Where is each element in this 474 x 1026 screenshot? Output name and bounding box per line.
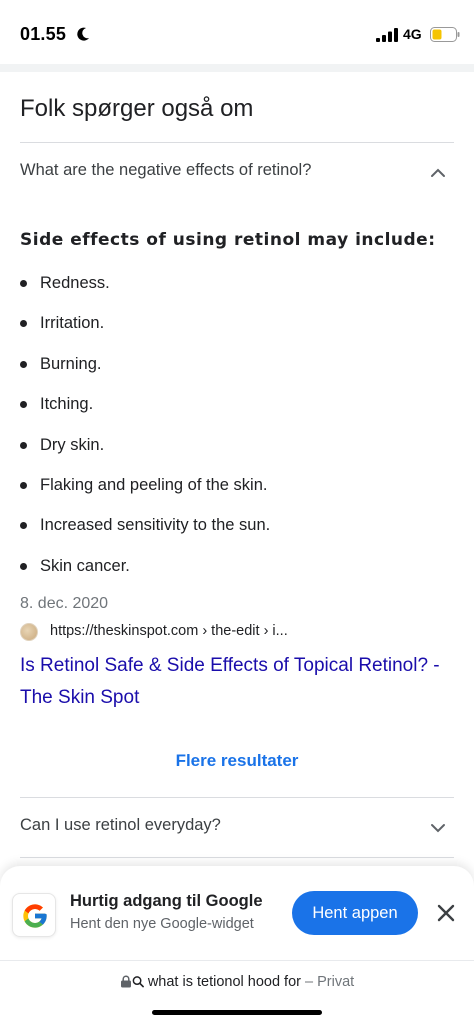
bullet-icon [20,320,27,328]
search-icon [132,976,144,988]
network-type: 4G [403,26,422,42]
question-use-everyday[interactable]: Can I use retinol everyday? [20,798,454,858]
question-text: What are the negative effects of retinol… [20,161,312,179]
question-negative-effects[interactable]: What are the negative effects of retinol… [20,143,454,203]
list-item: Itching. [20,384,454,424]
google-app-promo: Hurtig adgang til Google Hent den nye Go… [0,866,474,1026]
bullet-icon [20,562,27,570]
site-favicon-icon [20,623,38,641]
url-bar-divider [0,960,474,961]
bullet-icon [20,360,27,368]
bullet-icon [20,481,27,489]
battery-icon [430,27,460,42]
chevron-down-icon [431,824,445,833]
side-effects-list: Redness. Irritation. Burning. Itching. D… [20,263,454,586]
list-item: Skin cancer. [20,546,454,586]
google-g-icon [23,904,47,928]
bullet-icon [20,522,27,530]
list-item: Increased sensitivity to the sun. [20,505,454,545]
header-separator [0,64,474,72]
answer-date: 8. dec. 2020 [20,595,109,612]
status-bar: 01.55 4G [0,0,474,64]
moon-icon [77,27,89,41]
bullet-icon [20,401,27,409]
bullet-icon [20,441,27,449]
status-time: 01.55 [20,24,67,44]
answer-heading: Side effects of using retinol may includ… [20,230,436,250]
private-mode-label: Privat [317,974,355,990]
source-url[interactable]: https://theskinspot.com › the-edit › i..… [50,623,288,639]
question-text: Can I use retinol everyday? [20,816,221,834]
result-link[interactable]: Is Retinol Safe & Side Effects of Topica… [20,650,460,714]
google-logo-tile [12,893,56,937]
home-indicator[interactable] [152,1010,322,1015]
promo-title: Hurtig adgang til Google [70,892,263,910]
source-row[interactable]: https://theskinspot.com › the-edit › i..… [20,621,454,643]
lock-icon [120,975,131,988]
divider [20,857,454,858]
list-item: Redness. [20,263,454,303]
more-results-button[interactable]: Flere resultater [0,751,474,771]
close-icon[interactable] [434,901,458,925]
list-item: Flaking and peeling of the skin. [20,465,454,505]
bullet-icon [20,280,27,287]
get-app-button[interactable]: Hent appen [292,891,418,935]
promo-subtitle: Hent den nye Google-widget [70,916,254,932]
list-item: Burning. [20,344,454,384]
url-separator: – [305,974,314,990]
address-bar[interactable]: what is tetionol hood for – Privat [0,974,474,990]
section-title: Folk spørger også om [20,95,254,122]
url-query: what is tetionol hood for [147,974,301,990]
signal-icon [376,28,398,42]
list-item: Dry skin. [20,425,454,465]
chevron-up-icon [431,168,445,177]
list-item: Irritation. [20,303,454,343]
